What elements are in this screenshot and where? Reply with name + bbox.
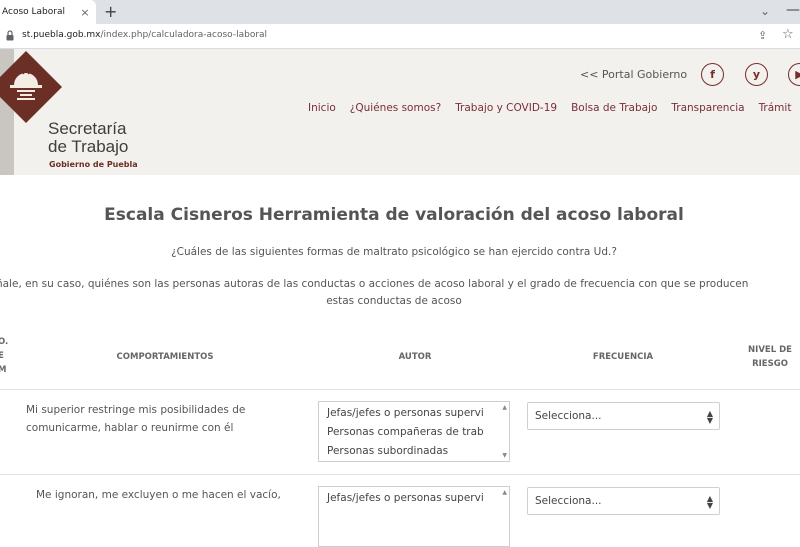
- logo-icon[interactable]: [0, 51, 62, 123]
- select-arrows-icon: ▲ ▼: [706, 494, 713, 510]
- listbox-scrollbar[interactable]: ▲: [499, 487, 509, 546]
- url-path: /index.php/calculadora-acoso-laboral: [100, 30, 268, 40]
- listbox-scrollbar[interactable]: ▲ ▼: [499, 402, 509, 461]
- behavior-line: Me ignoran, me excluyen o me hacen el va…: [36, 489, 281, 501]
- tab-title: Acoso Laboral: [2, 7, 65, 17]
- youtube-icon[interactable]: ▶: [788, 63, 800, 86]
- frequency-select-value: Selecciona...: [535, 410, 602, 422]
- column-header-author: AUTOR: [398, 352, 432, 362]
- column-header-number: O. E M: [0, 337, 9, 375]
- frequency-select-value: Selecciona...: [535, 495, 602, 507]
- behavior-text: Me ignoran, me excluyen o me hacen el va…: [36, 486, 281, 504]
- page-title: Escala Cisneros Herramienta de valoració…: [104, 205, 684, 225]
- close-icon[interactable]: ×: [78, 6, 92, 19]
- column-header-risk: NIVEL DE RIESGO: [748, 345, 792, 369]
- share-icon[interactable]: ⇪: [758, 29, 767, 42]
- browser-tab[interactable]: Acoso Laboral ×: [0, 0, 96, 24]
- column-header-behaviors: COMPORTAMIENTOS: [116, 352, 214, 362]
- site-header: Secretaría de Trabajo Gobierno de Puebla…: [0, 49, 800, 175]
- nav-item-quienes-somos[interactable]: ¿Quiénes somos?: [350, 102, 441, 114]
- row-divider: [0, 474, 800, 475]
- facebook-icon[interactable]: f: [701, 63, 724, 86]
- chevron-down-icon[interactable]: ⌄: [760, 4, 770, 18]
- author-option[interactable]: Jefas/jefes o personas supervi: [319, 404, 499, 423]
- nav-item-trabajo-covid[interactable]: Trabajo y COVID-19: [455, 102, 557, 114]
- lock-icon[interactable]: [6, 30, 14, 41]
- author-listbox[interactable]: Jefas/jefes o personas supervi ▲: [318, 486, 510, 547]
- url-domain: st.puebla.gob.mx: [22, 30, 101, 40]
- nav-item-bolsa-trabajo[interactable]: Bolsa de Trabajo: [571, 102, 657, 114]
- browser-tab-bar: Acoso Laboral × + ⌄ —: [0, 0, 800, 24]
- author-option[interactable]: Jefas/jefes o personas supervi: [319, 489, 499, 508]
- minimize-button[interactable]: —: [786, 2, 800, 18]
- question-text: ¿Cuáles de las siguientes formas de malt…: [171, 246, 617, 258]
- frequency-select[interactable]: Selecciona... ▲ ▼: [527, 402, 720, 430]
- author-option[interactable]: Personas subordinadas: [319, 442, 499, 461]
- main-nav: Inicio ¿Quiénes somos? Trabajo y COVID-1…: [308, 102, 791, 114]
- logo-title-line2: de Trabajo: [48, 137, 129, 156]
- header-divider: [0, 389, 800, 390]
- nav-item-inicio[interactable]: Inicio: [308, 102, 336, 114]
- star-icon[interactable]: ☆: [782, 27, 794, 42]
- address-bar[interactable]: st.puebla.gob.mx/index.php/calculadora-a…: [0, 24, 800, 49]
- url-text[interactable]: st.puebla.gob.mx/index.php/calculadora-a…: [22, 30, 267, 40]
- twitter-icon[interactable]: y: [745, 63, 768, 86]
- author-listbox[interactable]: Jefas/jefes o personas supervi Personas …: [318, 401, 510, 462]
- behavior-line: Mi superior restringe mis posibilidades …: [26, 404, 246, 416]
- scroll-up-icon[interactable]: ▲: [502, 489, 507, 496]
- instruction-text-line2: estas conductas de acoso: [326, 295, 462, 307]
- column-header-frequency: FRECUENCIA: [592, 352, 654, 362]
- scroll-up-icon[interactable]: ▲: [502, 404, 507, 411]
- scroll-down-icon[interactable]: ▼: [502, 452, 507, 459]
- behavior-line: comunicarme, hablar o reunirme con él: [26, 422, 234, 434]
- portal-gobierno-link[interactable]: << Portal Gobierno: [580, 68, 687, 81]
- nav-item-transparencia[interactable]: Transparencia: [671, 102, 744, 114]
- new-tab-button[interactable]: +: [104, 2, 117, 22]
- nav-item-tramites[interactable]: Trámit: [759, 102, 792, 114]
- instruction-text-line1: ñale, en su caso, quiénes son las person…: [0, 278, 749, 290]
- logo-title-line1: Secretaría: [48, 119, 127, 138]
- frequency-select[interactable]: Selecciona... ▲ ▼: [527, 487, 720, 515]
- behavior-text: Mi superior restringe mis posibilidades …: [26, 401, 245, 437]
- logo-subtitle: Gobierno de Puebla: [49, 160, 138, 169]
- author-option[interactable]: Personas compañeras de trab: [319, 423, 499, 442]
- select-arrows-icon: ▲ ▼: [706, 409, 713, 425]
